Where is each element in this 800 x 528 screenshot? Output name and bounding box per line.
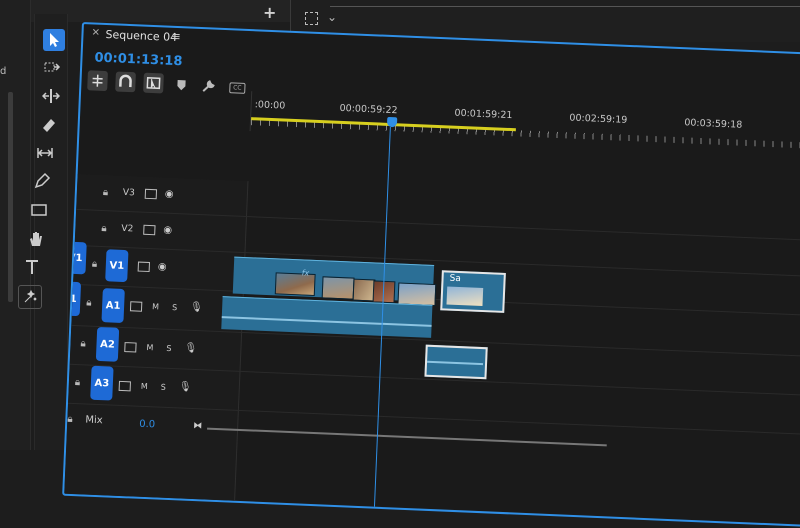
timeline-tab[interactable]: ✕ Sequence 04 ≡ <box>83 24 184 50</box>
clip-label: Sa <box>449 273 462 285</box>
solo-button[interactable]: S <box>161 383 166 392</box>
eye-icon[interactable]: ◉ <box>158 261 167 272</box>
track-select-icon <box>44 62 61 72</box>
mute-button[interactable]: M <box>141 382 148 391</box>
mix-volume-line <box>207 427 607 447</box>
track-name-v3: V3 <box>122 187 135 199</box>
rectangle-tool[interactable] <box>28 199 50 221</box>
track-name-v2: V2 <box>121 223 134 235</box>
ruler-tick-2: 00:01:59:21 <box>454 107 513 122</box>
lock-icon[interactable]: 🔒︎ <box>92 259 98 270</box>
target-v1[interactable]: V1 <box>105 249 129 283</box>
marker-icon[interactable] <box>176 79 186 91</box>
linked-selection-icon <box>146 77 161 90</box>
hand-tool[interactable] <box>25 228 47 250</box>
lock-icon[interactable]: 🔒︎ <box>67 414 73 425</box>
slip-icon <box>37 148 53 158</box>
lock-icon[interactable]: 🔒︎ <box>101 223 107 234</box>
fx-badge: fx <box>301 268 310 278</box>
menu-icon[interactable]: ≡ <box>171 30 181 43</box>
lock-icon[interactable]: 🔒︎ <box>80 338 86 349</box>
clip-thumbnail <box>397 282 437 307</box>
hand-icon <box>30 232 42 246</box>
marquee-icon[interactable] <box>305 12 318 25</box>
end-track-icon[interactable]: ⧓ <box>193 421 202 431</box>
rectangle-icon <box>31 204 47 216</box>
selection-tool-icon <box>50 33 59 47</box>
eye-icon[interactable]: ◉ <box>165 189 174 200</box>
sync-lock-icon[interactable] <box>137 261 151 273</box>
close-icon[interactable]: ✕ <box>91 27 100 38</box>
eye-icon[interactable]: ◉ <box>163 225 172 236</box>
generative-tool[interactable] <box>18 285 42 309</box>
tab-title: Sequence 04 <box>105 28 178 44</box>
lock-icon[interactable]: 🔒︎ <box>86 297 92 308</box>
linked-selection-button[interactable] <box>143 72 164 94</box>
sync-lock-icon[interactable] <box>144 188 158 200</box>
magnet-icon <box>119 74 132 88</box>
ruler-tick-1: 00:00:59:22 <box>339 102 398 117</box>
left-panel-text: d <box>0 66 7 77</box>
chevron-down-icon[interactable]: ⌄ <box>327 10 337 24</box>
mute-button[interactable]: M <box>146 343 153 352</box>
clip-thumbnail <box>321 276 355 300</box>
type-icon <box>26 260 38 274</box>
target-a3[interactable]: A3 <box>90 365 114 401</box>
insert-overwrite-icon <box>92 74 103 87</box>
pen-icon <box>34 172 51 189</box>
microphone-icon[interactable]: 🎙︎ <box>190 302 203 314</box>
lock-icon[interactable]: 🔒︎ <box>103 187 109 198</box>
generative-icon <box>24 289 37 303</box>
razor-icon <box>43 119 55 132</box>
captions-icon[interactable]: CC <box>229 82 246 94</box>
timeline-panel: ✕ Sequence 04 ≡ 00:01:13:18 CC :00:00 00… <box>62 22 800 528</box>
razor-tool[interactable] <box>37 114 59 136</box>
wrench-icon[interactable] <box>201 79 216 94</box>
add-panel-button[interactable]: + <box>263 3 276 22</box>
sync-lock-icon[interactable] <box>124 342 137 353</box>
type-tool[interactable] <box>21 256 43 278</box>
slip-tool[interactable] <box>34 142 56 164</box>
ruler-tick-0: :00:00 <box>254 99 286 112</box>
premiere-timeline: d + ⌄ ✕ Sequence 04 ≡ 00:01:13:18 CC:00… <box>0 0 800 528</box>
target-a1[interactable]: A1 <box>101 288 125 323</box>
video-clip-selected[interactable]: Sa <box>440 270 506 313</box>
microphone-icon[interactable]: 🎙︎ <box>179 381 192 393</box>
mute-button[interactable]: M <box>152 302 159 311</box>
lock-icon[interactable]: 🔒︎ <box>75 377 81 388</box>
snap-button[interactable] <box>115 71 136 93</box>
solo-button[interactable]: S <box>166 344 171 353</box>
track-select-tool[interactable] <box>41 56 63 78</box>
nest-toggle-button[interactable] <box>87 70 108 92</box>
selection-tool[interactable] <box>43 29 65 51</box>
ripple-edit-icon <box>42 89 60 103</box>
sync-lock-icon[interactable] <box>118 380 131 392</box>
playhead-timecode[interactable]: 00:01:13:18 <box>94 51 183 70</box>
ruler-tick-4: 00:03:59:18 <box>684 117 743 131</box>
clip-thumbnail <box>446 286 484 307</box>
target-a2[interactable]: A2 <box>95 326 120 362</box>
sync-lock-icon[interactable] <box>129 301 143 312</box>
mix-value[interactable]: 0.0 <box>139 419 155 431</box>
ripple-edit-tool[interactable] <box>40 85 62 107</box>
solo-button[interactable]: S <box>172 303 177 312</box>
monitor-line <box>330 0 800 7</box>
mix-label: Mix <box>85 414 103 427</box>
microphone-icon[interactable]: 🎙︎ <box>184 343 197 355</box>
sync-lock-icon[interactable] <box>143 224 156 236</box>
pen-tool[interactable] <box>31 170 53 192</box>
ruler-tick-3: 00:02:59:19 <box>569 112 628 126</box>
time-ruler[interactable]: :00:00 00:00:59:22 00:01:59:21 00:02:59:… <box>249 91 800 156</box>
left-scrollbar[interactable] <box>8 92 13 302</box>
